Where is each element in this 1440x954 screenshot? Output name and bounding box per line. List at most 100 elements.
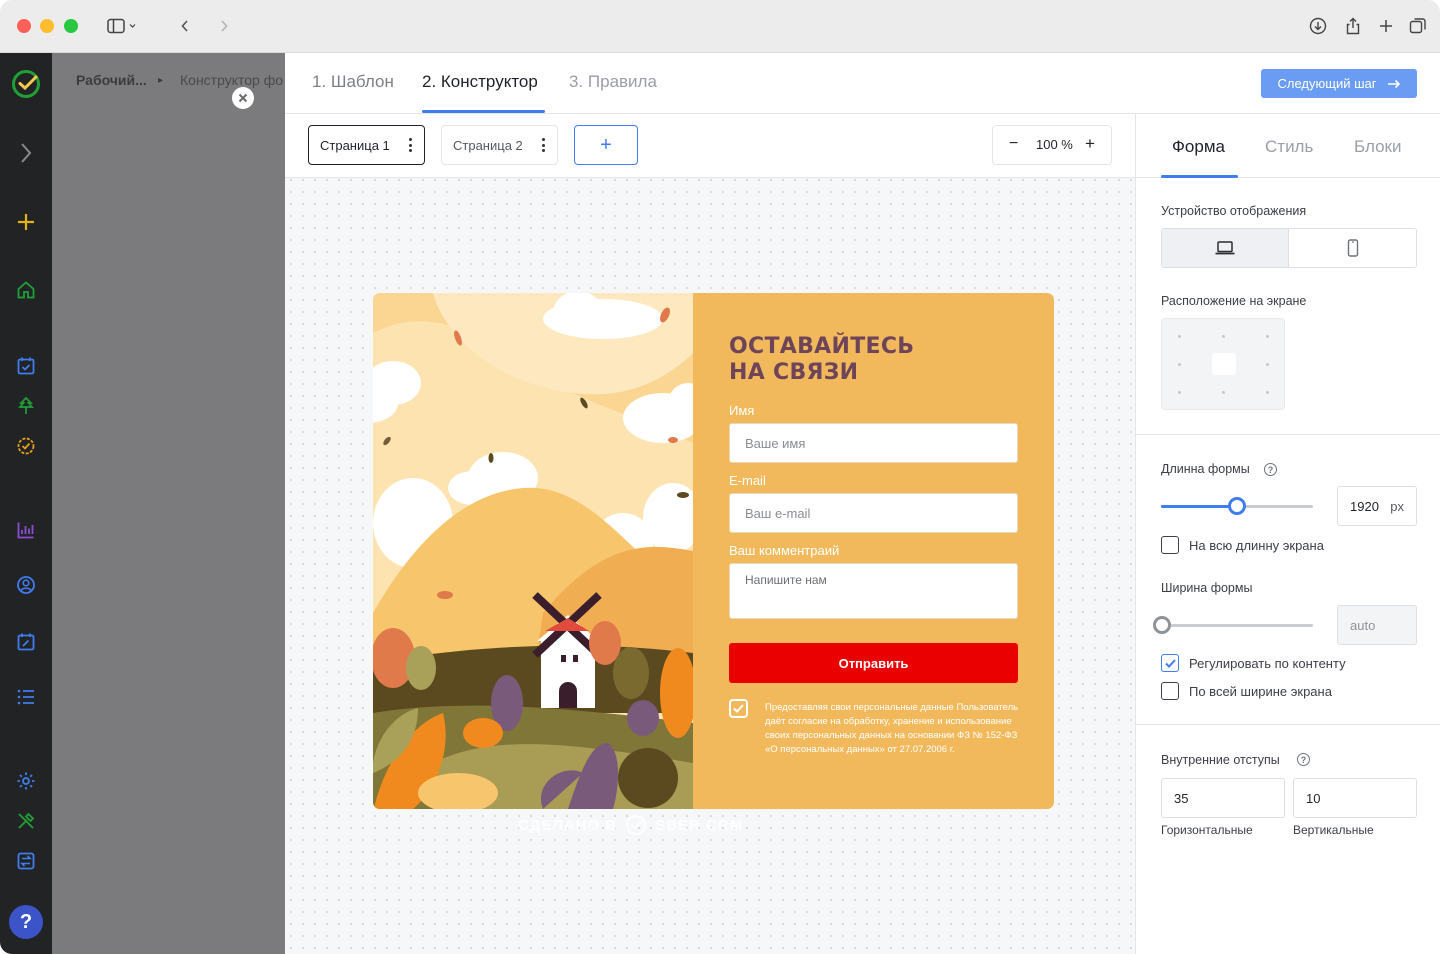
consent-checkbox[interactable] [729, 699, 748, 718]
tabs-overview-icon[interactable] [1407, 15, 1429, 37]
comment-textarea[interactable]: Напишите нам [729, 563, 1018, 619]
page-tab-2-label: Страница 2 [453, 137, 523, 153]
width-slider[interactable] [1153, 616, 1313, 634]
active-step-indicator [422, 110, 545, 113]
watermark-brand: SBER CRM [655, 816, 744, 834]
step-constructor[interactable]: 2. Конструктор [422, 72, 538, 92]
page-2-menu-icon[interactable] [541, 138, 545, 152]
position-label: Расположение на экране [1161, 294, 1307, 308]
wizard-header: 1. Шаблон 2. Конструктор 3. Правила След… [285, 53, 1440, 114]
mobile-device-button[interactable] [1288, 228, 1417, 268]
zoom-control: − 100 % + [992, 125, 1112, 165]
analytics-icon[interactable] [14, 518, 38, 542]
next-step-label: Следующий шаг [1277, 76, 1377, 91]
tab-form[interactable]: Форма [1172, 137, 1225, 157]
laptop-icon [1215, 241, 1235, 255]
back-icon[interactable] [177, 15, 193, 37]
constructor-canvas: Страница 1 Страница 2 + − 100 % + ОСТАВА… [285, 114, 1135, 954]
padding-horizontal-label: Горизонтальные [1161, 823, 1253, 837]
create-icon[interactable] [14, 210, 38, 234]
close-window-button[interactable] [17, 19, 31, 33]
full-length-label: На всю длинну экрана [1189, 538, 1324, 553]
browser-titlebar [0, 0, 1440, 53]
share-icon[interactable] [1342, 15, 1364, 37]
page-tab-1-label: Страница 1 [320, 137, 390, 153]
app-sidebar: ? [0, 53, 52, 954]
form-preview[interactable]: ОСТАВАЙТЕСЬ НА СВЯЗИ Имя Ваше имя E-mail… [373, 293, 1054, 809]
step-rules[interactable]: 3. Правила [569, 72, 657, 92]
transfer-icon[interactable] [14, 849, 38, 873]
checkmark-icon [733, 704, 744, 713]
width-slider-knob[interactable] [1153, 616, 1171, 634]
expand-sidebar-icon[interactable] [14, 141, 38, 165]
tools-icon[interactable] [14, 809, 38, 833]
breadcrumb-workspace[interactable]: Рабочий... [76, 72, 147, 88]
page-1-menu-icon[interactable] [408, 138, 412, 152]
tree-icon[interactable] [14, 394, 38, 418]
step-template[interactable]: 1. Шаблон [312, 72, 394, 92]
padding-label: Внутренние отступы [1161, 753, 1280, 767]
home-icon[interactable] [14, 278, 38, 302]
name-input[interactable]: Ваше имя [729, 423, 1018, 463]
help-icon[interactable]: ? [9, 905, 43, 939]
tab-blocks[interactable]: Блоки [1354, 137, 1401, 157]
length-help-icon[interactable]: ? [1264, 463, 1277, 476]
next-step-button[interactable]: Следующий шаг [1261, 69, 1417, 98]
form-length-label: Длинна формы [1161, 462, 1250, 476]
screen-position-picker[interactable] [1161, 318, 1285, 410]
breadcrumb-separator-icon: ▸ [158, 75, 164, 86]
calendar-edit-icon[interactable] [14, 630, 38, 654]
zoom-in-button[interactable]: + [1085, 134, 1095, 154]
length-input[interactable]: 1920 px [1337, 486, 1417, 526]
submit-button[interactable]: Отправить [729, 643, 1018, 683]
padding-help-icon[interactable]: ? [1297, 753, 1310, 766]
email-input[interactable]: Ваш e-mail [729, 493, 1018, 533]
zoom-out-button[interactable]: − [1009, 135, 1018, 153]
page-tab-2[interactable]: Страница 2 [441, 125, 558, 165]
list-icon[interactable] [14, 685, 38, 709]
width-input[interactable]: auto [1337, 605, 1417, 645]
length-slider[interactable] [1161, 497, 1313, 515]
zoom-window-button[interactable] [64, 19, 78, 33]
new-tab-icon[interactable] [1375, 15, 1397, 37]
arrow-right-icon [1387, 79, 1400, 88]
length-value: 1920 [1350, 498, 1379, 514]
padding-horizontal-input[interactable]: 35 [1161, 778, 1285, 818]
full-width-label: По всей ширине экрана [1189, 684, 1332, 699]
calendar-task-icon[interactable] [14, 354, 38, 378]
tab-style[interactable]: Стиль [1265, 137, 1313, 157]
watermark-prefix: СДЕЛАНО В [518, 816, 618, 834]
padding-vertical-input[interactable]: 10 [1293, 778, 1417, 818]
section-divider [1136, 724, 1440, 725]
close-icon[interactable] [232, 87, 254, 109]
checkmark-icon [1164, 658, 1176, 668]
full-width-checkbox[interactable] [1161, 682, 1179, 700]
dim-overlay [52, 53, 285, 954]
sber-watermark-icon [626, 814, 647, 836]
desktop-device-button[interactable] [1161, 228, 1289, 268]
autumn-illustration [373, 293, 693, 809]
download-icon[interactable] [1307, 15, 1329, 37]
page-tab-1[interactable]: Страница 1 [308, 125, 425, 165]
length-slider-fill [1161, 505, 1237, 508]
minimize-window-button[interactable] [40, 19, 54, 33]
length-unit: px [1390, 498, 1404, 514]
active-tab-indicator [1161, 175, 1238, 178]
fit-content-checkbox[interactable] [1161, 654, 1179, 672]
sidebar-toggle-icon[interactable] [105, 15, 139, 37]
center-position-marker[interactable] [1212, 353, 1236, 375]
comment-label: Ваш комментраий [729, 543, 840, 558]
badge-check-icon[interactable] [14, 434, 38, 458]
length-slider-knob[interactable] [1228, 497, 1246, 515]
name-label: Имя [729, 403, 755, 418]
form-title: ОСТАВАЙТЕСЬ НА СВЯЗИ [729, 334, 1009, 386]
forward-icon[interactable] [216, 15, 232, 37]
settings-panel: Форма Стиль Блоки Устройство отображения… [1135, 114, 1440, 954]
sber-logo-icon[interactable] [11, 69, 41, 99]
settings-icon[interactable] [14, 769, 38, 793]
add-page-button[interactable]: + [574, 125, 638, 165]
zoom-value: 100 % [1036, 137, 1073, 152]
user-icon[interactable] [14, 573, 38, 597]
fit-content-label: Регулировать по контенту [1189, 656, 1346, 671]
full-length-checkbox[interactable] [1161, 536, 1179, 554]
